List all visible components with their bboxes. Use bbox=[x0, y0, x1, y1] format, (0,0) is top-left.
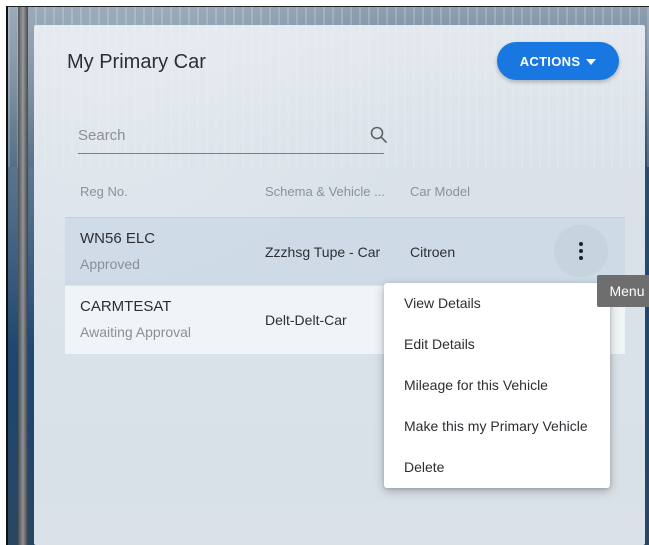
menu-item-make-primary[interactable]: Make this my Primary Vehicle bbox=[384, 406, 610, 446]
page-frame: My Primary Car ACTIONS Reg No. Schema & … bbox=[6, 6, 649, 545]
actions-button-label: ACTIONS bbox=[519, 53, 581, 69]
row-menu-button[interactable] bbox=[554, 225, 608, 277]
column-header-car-model[interactable]: Car Model bbox=[410, 184, 470, 199]
menu-tooltip: Menu bbox=[597, 275, 649, 307]
menu-item-edit-details[interactable]: Edit Details bbox=[384, 324, 610, 364]
menu-item-delete[interactable]: Delete bbox=[384, 447, 610, 487]
reg-number: WN56 ELC bbox=[80, 230, 156, 247]
car-model: Citroen bbox=[410, 244, 456, 260]
search-icon[interactable] bbox=[369, 125, 389, 145]
column-header-reg-no[interactable]: Reg No. bbox=[80, 184, 128, 199]
approval-status: Approved bbox=[80, 256, 140, 272]
search-input[interactable] bbox=[78, 119, 348, 152]
card-title: My Primary Car bbox=[67, 51, 206, 73]
menu-item-mileage[interactable]: Mileage for this Vehicle bbox=[384, 365, 610, 405]
row-context-menu: View Details Edit Details Mileage for th… bbox=[384, 283, 610, 488]
actions-button[interactable]: ACTIONS bbox=[497, 42, 619, 80]
table-row[interactable]: WN56 ELC Approved Zzzhsg Tupe - Car Citr… bbox=[65, 217, 625, 286]
menu-item-view-details[interactable]: View Details bbox=[384, 283, 610, 323]
column-header-schema-vehicle[interactable]: Schema & Vehicle ... bbox=[265, 184, 385, 199]
search-field bbox=[78, 119, 387, 154]
background-pole bbox=[18, 7, 28, 545]
schema-vehicle: Zzzhsg Tupe - Car bbox=[265, 244, 381, 260]
more-vertical-icon bbox=[579, 242, 583, 260]
approval-status: Awaiting Approval bbox=[80, 324, 192, 340]
schema-vehicle: Delt-Delt-Car bbox=[265, 312, 347, 328]
caret-down-icon bbox=[586, 58, 597, 65]
reg-number: CARMTESAT bbox=[80, 298, 172, 315]
